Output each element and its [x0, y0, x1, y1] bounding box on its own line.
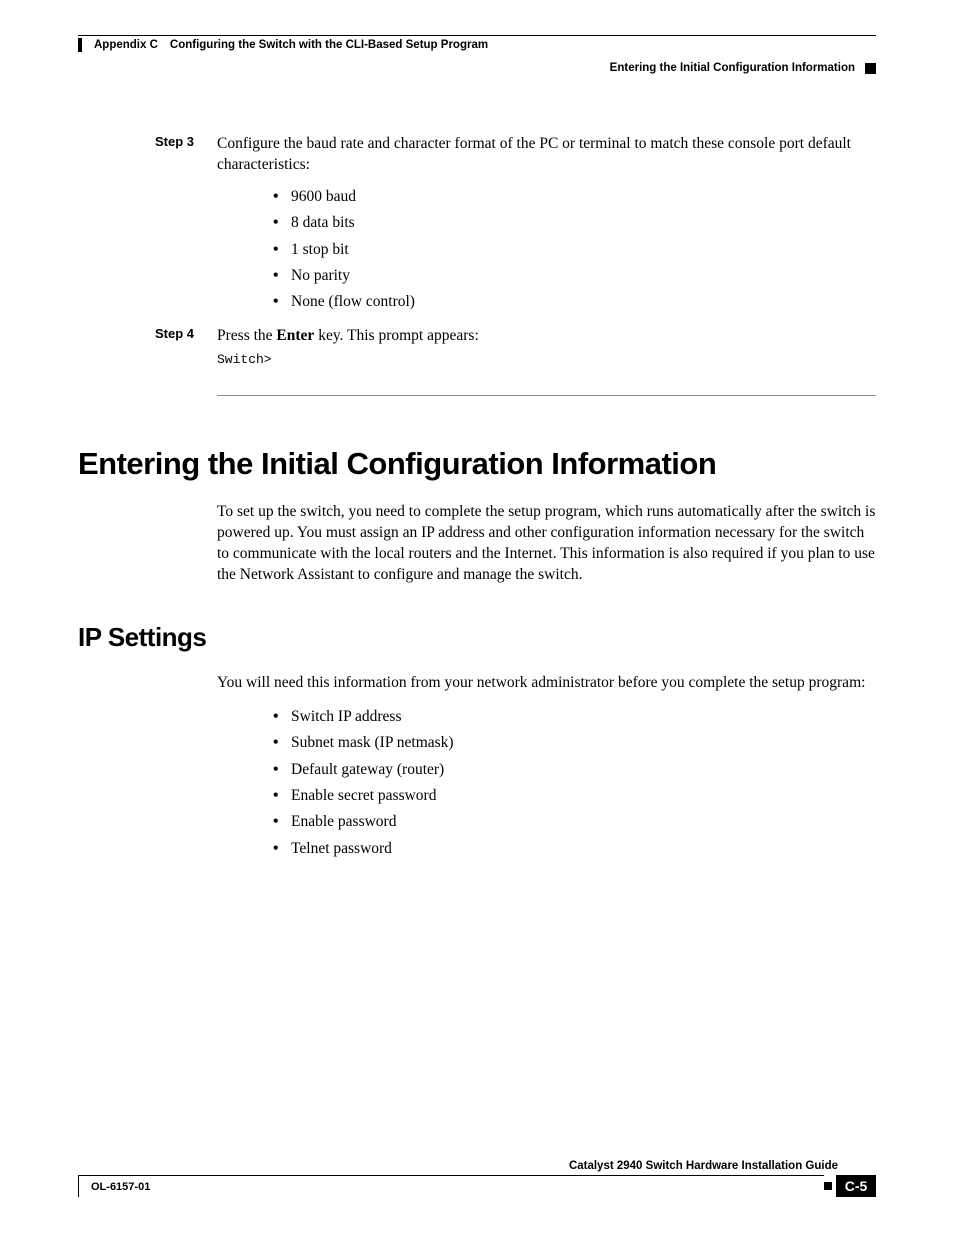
list-item: Switch IP address [273, 704, 876, 730]
page-number: C-5 [836, 1175, 876, 1197]
text-post: key. This prompt appears: [314, 327, 478, 344]
step-4: Step 4 Press the Enter key. This prompt … [78, 326, 876, 347]
list-item: 8 data bits [273, 210, 876, 236]
step-label: Step 4 [155, 326, 217, 347]
appendix-label: Appendix C [94, 39, 158, 51]
header-rule [78, 35, 876, 36]
list-item: Enable secret password [273, 783, 876, 809]
ip-bullets: Switch IP address Subnet mask (IP netmas… [273, 704, 876, 862]
code-prompt: Switch> [217, 352, 876, 367]
paragraph: You will need this information from your… [217, 673, 876, 694]
document-page: Appendix C Configuring the Switch with t… [0, 0, 954, 1235]
chapter-title: Configuring the Switch with the CLI-Base… [170, 39, 488, 51]
list-item: Enable password [273, 809, 876, 835]
footer-corner-icon [78, 1175, 85, 1197]
paragraph: To set up the switch, you need to comple… [217, 502, 876, 586]
heading-1: Entering the Initial Configuration Infor… [78, 446, 876, 482]
list-item: 1 stop bit [273, 237, 876, 263]
step-text: Configure the baud rate and character fo… [217, 134, 876, 176]
step3-bullets: 9600 baud 8 data bits 1 stop bit No pari… [273, 184, 876, 316]
list-item: Default gateway (router) [273, 757, 876, 783]
list-item: Telnet password [273, 836, 876, 862]
footer-square-icon [824, 1182, 832, 1190]
step-3: Step 3 Configure the baud rate and chara… [78, 134, 876, 176]
running-header: Appendix C Configuring the Switch with t… [78, 38, 876, 52]
main-content: Step 3 Configure the baud rate and chara… [78, 134, 876, 862]
header-bar-icon [78, 38, 82, 52]
list-item: None (flow control) [273, 289, 876, 315]
section-header: Entering the Initial Configuration Infor… [78, 62, 876, 74]
text-pre: Press the [217, 327, 276, 344]
text-bold: Enter [276, 327, 314, 344]
footer-doc-id: OL-6157-01 [85, 1175, 824, 1197]
section-marker-icon [865, 63, 876, 74]
heading-2: IP Settings [78, 622, 876, 653]
list-item: No parity [273, 263, 876, 289]
list-item: 9600 baud [273, 184, 876, 210]
step-label: Step 3 [155, 134, 217, 176]
list-item: Subnet mask (IP netmask) [273, 730, 876, 756]
footer-bar: OL-6157-01 C-5 [78, 1175, 876, 1197]
step-text: Press the Enter key. This prompt appears… [217, 326, 479, 347]
section-title: Entering the Initial Configuration Infor… [610, 62, 855, 74]
page-footer: Catalyst 2940 Switch Hardware Installati… [78, 1160, 876, 1197]
section-divider [217, 395, 876, 396]
footer-guide-title: Catalyst 2940 Switch Hardware Installati… [78, 1160, 876, 1172]
